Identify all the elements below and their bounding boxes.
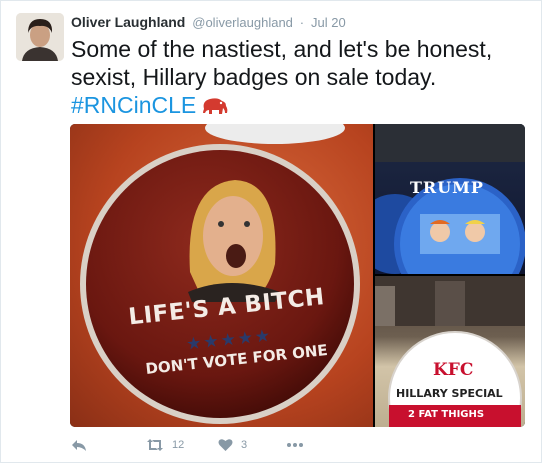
tweet-text-body: Some of the nastiest, and let's be hones…: [71, 36, 493, 90]
retweet-icon: [146, 438, 164, 452]
author-handle[interactable]: @oliverlaughland: [192, 15, 293, 30]
tweet-media[interactable]: LIFE'S A BITCH ★★★★★ DON'T VOTE FOR ONE …: [70, 124, 525, 427]
like-icon: [218, 438, 233, 452]
photo-main[interactable]: LIFE'S A BITCH ★★★★★ DON'T VOTE FOR ONE: [70, 124, 373, 427]
photo-bottom-right[interactable]: KFC HILLARY SPECIAL 2 FAT THIGHS: [375, 276, 525, 427]
kfc-badge-line3: 2 FAT THIGHS: [408, 409, 485, 420]
more-button[interactable]: [286, 435, 304, 455]
reply-icon: [71, 438, 87, 452]
like-count: 3: [241, 439, 248, 451]
tweet-action-bar: 12 3: [71, 435, 371, 455]
tweet-card[interactable]: Oliver Laughland @oliverlaughland · Jul …: [0, 0, 542, 463]
kfc-badge-subtitle: HILLARY SPECIAL: [396, 387, 503, 400]
tweet-timestamp[interactable]: Jul 20: [311, 15, 346, 30]
tweet-header: Oliver Laughland @oliverlaughland · Jul …: [71, 13, 346, 31]
trump-badge-label: TRUMP: [410, 178, 484, 197]
avatar[interactable]: [16, 13, 64, 61]
photo-top-right[interactable]: TRUMP: [375, 124, 525, 274]
kfc-badge-title: KFC: [433, 360, 474, 380]
separator-dot: ·: [299, 15, 305, 30]
elephant-emoji-icon: [200, 93, 230, 117]
retweet-button[interactable]: 12: [146, 435, 184, 455]
retweet-count: 12: [172, 439, 185, 451]
author-name[interactable]: Oliver Laughland: [71, 14, 185, 30]
hashtag-link[interactable]: #RNCinCLE: [71, 92, 196, 118]
like-button[interactable]: 3: [218, 435, 247, 455]
more-icon: [286, 442, 304, 448]
tweet-text: Some of the nastiest, and let's be hones…: [71, 35, 531, 119]
reply-button[interactable]: [71, 435, 87, 455]
